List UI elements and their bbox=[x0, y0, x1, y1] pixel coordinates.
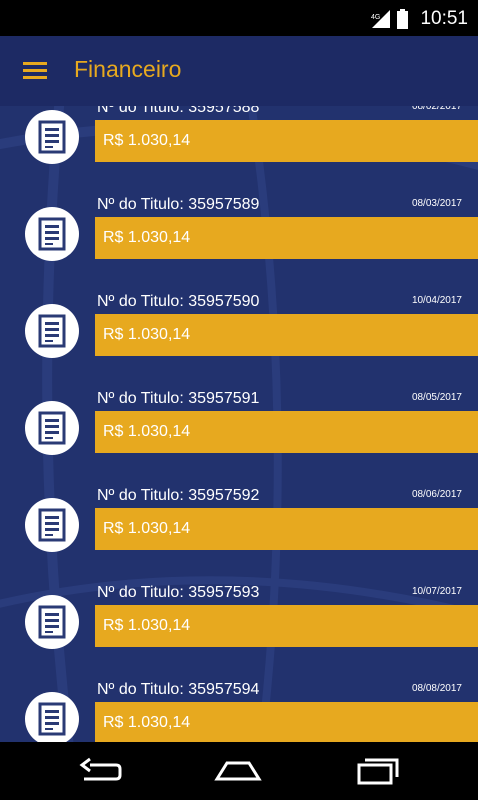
amount-bar[interactable]: R$ 1.030,14 bbox=[95, 702, 478, 742]
list-item[interactable]: Nº do Titulo: 35957588 08/02/2017 R$ 1.0… bbox=[0, 106, 478, 188]
item-title: Nº do Titulo: 35957594 bbox=[97, 681, 260, 698]
document-icon bbox=[25, 401, 79, 455]
list-item[interactable]: Nº do Titulo: 35957592 08/06/2017 R$ 1.0… bbox=[0, 479, 478, 576]
item-title: Nº do Titulo: 35957589 bbox=[97, 196, 260, 213]
document-icon bbox=[25, 304, 79, 358]
item-amount: R$ 1.030,14 bbox=[103, 423, 191, 440]
item-date: 08/08/2017 bbox=[411, 683, 462, 694]
item-date: 08/06/2017 bbox=[411, 489, 462, 500]
item-amount: R$ 1.030,14 bbox=[103, 229, 191, 246]
titles-list[interactable]: Nº do Titulo: 35957588 08/02/2017 R$ 1.0… bbox=[0, 106, 478, 742]
app-bar: Financeiro bbox=[0, 36, 478, 106]
item-date: 08/05/2017 bbox=[411, 392, 462, 403]
list-item[interactable]: Nº do Titulo: 35957590 10/04/2017 R$ 1.0… bbox=[0, 285, 478, 382]
item-title: Nº do Titulo: 35957588 bbox=[97, 106, 260, 116]
home-icon[interactable] bbox=[213, 755, 263, 787]
item-title: Nº do Titulo: 35957590 bbox=[97, 293, 260, 310]
amount-bar[interactable]: R$ 1.030,14 bbox=[95, 217, 478, 259]
signal-icon: 4G bbox=[371, 10, 390, 28]
battery-icon bbox=[397, 9, 408, 29]
amount-bar[interactable]: R$ 1.030,14 bbox=[95, 508, 478, 550]
document-icon bbox=[25, 498, 79, 552]
amount-bar[interactable]: R$ 1.030,14 bbox=[95, 120, 478, 162]
item-amount: R$ 1.030,14 bbox=[103, 326, 191, 343]
list-item[interactable]: Nº do Titulo: 35957591 08/05/2017 R$ 1.0… bbox=[0, 382, 478, 479]
item-title: Nº do Titulo: 35957592 bbox=[97, 487, 260, 504]
navigation-bar bbox=[0, 742, 478, 800]
document-icon bbox=[25, 207, 79, 261]
item-date: 10/04/2017 bbox=[411, 295, 462, 306]
document-icon bbox=[25, 595, 79, 649]
item-date: 08/02/2017 bbox=[411, 106, 462, 112]
hamburger-menu-icon[interactable] bbox=[23, 62, 47, 80]
item-title: Nº do Titulo: 35957593 bbox=[97, 584, 260, 601]
document-icon bbox=[25, 692, 79, 742]
amount-bar[interactable]: R$ 1.030,14 bbox=[95, 314, 478, 356]
item-amount: R$ 1.030,14 bbox=[103, 714, 191, 731]
list-item[interactable]: Nº do Titulo: 35957594 08/08/2017 R$ 1.0… bbox=[0, 673, 478, 742]
item-amount: R$ 1.030,14 bbox=[103, 520, 191, 537]
svg-text:4G: 4G bbox=[371, 14, 380, 21]
list-item[interactable]: Nº do Titulo: 35957589 08/03/2017 R$ 1.0… bbox=[0, 188, 478, 285]
list-item[interactable]: Nº do Titulo: 35957593 10/07/2017 R$ 1.0… bbox=[0, 576, 478, 673]
item-date: 08/03/2017 bbox=[411, 198, 462, 209]
item-amount: R$ 1.030,14 bbox=[103, 132, 191, 149]
status-bar: 4G 10:51 bbox=[0, 0, 478, 36]
item-title: Nº do Titulo: 35957591 bbox=[97, 390, 260, 407]
item-amount: R$ 1.030,14 bbox=[103, 617, 191, 634]
status-time: 10:51 bbox=[420, 8, 468, 29]
recent-apps-icon[interactable] bbox=[353, 755, 403, 787]
document-icon bbox=[25, 110, 79, 164]
amount-bar[interactable]: R$ 1.030,14 bbox=[95, 605, 478, 647]
amount-bar[interactable]: R$ 1.030,14 bbox=[95, 411, 478, 453]
item-date: 10/07/2017 bbox=[411, 586, 462, 597]
back-icon[interactable] bbox=[76, 755, 124, 787]
page-title: Financeiro bbox=[74, 56, 182, 82]
